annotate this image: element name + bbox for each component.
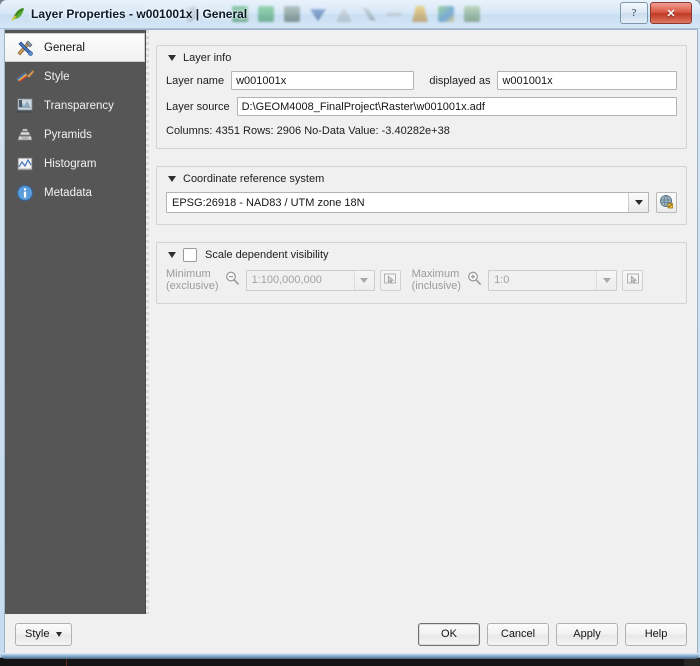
scale-visibility-checkbox[interactable] (183, 248, 197, 262)
minimum-scale-combobox[interactable]: 1:100,000,000 (245, 269, 375, 291)
apply-button[interactable]: Apply (556, 622, 618, 646)
window-close-button[interactable]: ✕ (650, 2, 692, 24)
sidebar-item-style[interactable]: Style (5, 62, 145, 91)
group-title: Coordinate reference system (183, 173, 325, 185)
maximum-scale-combobox[interactable]: 1:0 (488, 269, 618, 291)
layer-name-row: Layer name displayed as (166, 71, 677, 90)
style-menu-button[interactable]: Style (15, 622, 73, 646)
zoom-in-icon (466, 270, 483, 290)
sidebar-item-transparency[interactable]: Transparency (5, 91, 145, 120)
window-controls: ? ✕ (620, 2, 692, 24)
minimum-scale-label: Minimum (exclusive) (166, 268, 219, 292)
zoom-out-icon (224, 270, 241, 290)
sidebar-item-label: Metadata (44, 186, 92, 199)
scale-range-row: Minimum (exclusive) 1:100,000,000 Maximu… (166, 268, 677, 292)
globe-crs-icon (659, 194, 674, 212)
crs-combobox[interactable]: EPSG:26918 - NAD83 / UTM zone 18N (166, 192, 649, 213)
title-bar: Layer Properties - w001001x | General ? … (0, 0, 700, 29)
settings-sidebar: General Style Transparency Pyramids Hist… (5, 30, 146, 614)
style-button-label: Style (25, 628, 50, 640)
layer-info-group-header[interactable]: Layer info (164, 51, 237, 65)
layer-name-input[interactable] (231, 71, 415, 90)
collapse-triangle-icon[interactable] (168, 176, 176, 182)
paintbrush-icon (15, 67, 35, 87)
minimum-scale-value: 1:100,000,000 (251, 274, 322, 286)
info-icon (15, 183, 35, 203)
collapse-triangle-icon[interactable] (168, 55, 176, 61)
scale-visibility-body: Minimum (exclusive) 1:100,000,000 Maximu… (166, 268, 677, 292)
layer-source-row: Layer source (166, 97, 677, 116)
chevron-down-icon (56, 631, 63, 637)
window-help-button[interactable]: ? (620, 2, 648, 24)
crs-group-header[interactable]: Coordinate reference system (164, 172, 330, 186)
tools-icon (15, 38, 35, 58)
canvas-scale-icon (383, 272, 397, 289)
sidebar-item-metadata[interactable]: Metadata (5, 178, 145, 207)
canvas-scale-icon (626, 272, 640, 289)
sidebar-item-label: Style (44, 70, 70, 83)
layer-info-body: Layer name displayed as Layer source Col… (166, 71, 677, 137)
maximum-set-canvas-scale-button[interactable] (622, 269, 644, 291)
displayed-as-label: displayed as (429, 74, 491, 87)
sidebar-item-histogram[interactable]: Histogram (5, 149, 145, 178)
group-title: Layer info (183, 52, 232, 64)
group-title: Scale dependent visibility (205, 249, 329, 261)
crs-value: EPSG:26918 - NAD83 / UTM zone 18N (172, 196, 365, 209)
scale-visibility-group: Scale dependent visibility Minimum (excl… (156, 235, 687, 304)
layer-info-group: Layer info Layer name displayed as Layer… (156, 38, 687, 149)
layer-properties-window: Layer Properties - w001001x | General ? … (0, 0, 700, 657)
qgis-leaf-icon (10, 6, 26, 22)
raster-stats-line: Columns: 4351 Rows: 2906 No-Data Value: … (166, 125, 450, 137)
cancel-button[interactable]: Cancel (487, 622, 549, 646)
dialog-body: General Style Transparency Pyramids Hist… (4, 29, 698, 654)
sidebar-item-pyramids[interactable]: Pyramids (5, 120, 145, 149)
chevron-down-icon[interactable] (353, 270, 374, 290)
window-bottom-rim (0, 653, 700, 659)
minimum-set-canvas-scale-button[interactable] (379, 269, 401, 291)
sidebar-item-label: Transparency (44, 99, 114, 112)
displayed-as-input[interactable] (497, 71, 677, 90)
footer-action-buttons: OK Cancel Apply Help (418, 622, 687, 646)
sidebar-item-label: Histogram (44, 157, 97, 170)
select-crs-button[interactable] (656, 192, 677, 213)
maximum-scale-label: Maximum (inclusive) (411, 268, 462, 292)
crs-group: Coordinate reference system EPSG:26918 -… (156, 159, 687, 225)
sidebar-item-general[interactable]: General (5, 33, 145, 62)
maximum-scale-value: 1:0 (494, 274, 510, 286)
chevron-down-icon[interactable] (628, 193, 648, 212)
window-title: Layer Properties - w001001x | General (31, 7, 248, 21)
crs-row: EPSG:26918 - NAD83 / UTM zone 18N (166, 192, 677, 213)
pyramids-icon (15, 125, 35, 145)
chevron-down-icon[interactable] (596, 270, 617, 290)
background-toolbar-glass (182, 2, 605, 26)
help-button[interactable]: Help (625, 622, 687, 646)
collapse-triangle-icon[interactable] (168, 252, 176, 258)
layer-source-label: Layer source (166, 100, 230, 113)
layer-source-input[interactable] (236, 97, 677, 116)
layer-name-label: Layer name (166, 74, 225, 87)
dialog-content: General Style Transparency Pyramids Hist… (5, 30, 697, 614)
general-settings-pane: Layer info Layer name displayed as Layer… (146, 30, 697, 614)
histogram-icon (15, 154, 35, 174)
crs-body: EPSG:26918 - NAD83 / UTM zone 18N (166, 192, 677, 213)
transparency-icon (15, 96, 35, 116)
sidebar-item-label: Pyramids (44, 128, 92, 141)
sidebar-item-label: General (44, 41, 85, 54)
dialog-footer: Style OK Cancel Apply Help (5, 614, 697, 654)
scale-visibility-group-header[interactable]: Scale dependent visibility (164, 248, 334, 262)
ok-button[interactable]: OK (418, 622, 480, 646)
